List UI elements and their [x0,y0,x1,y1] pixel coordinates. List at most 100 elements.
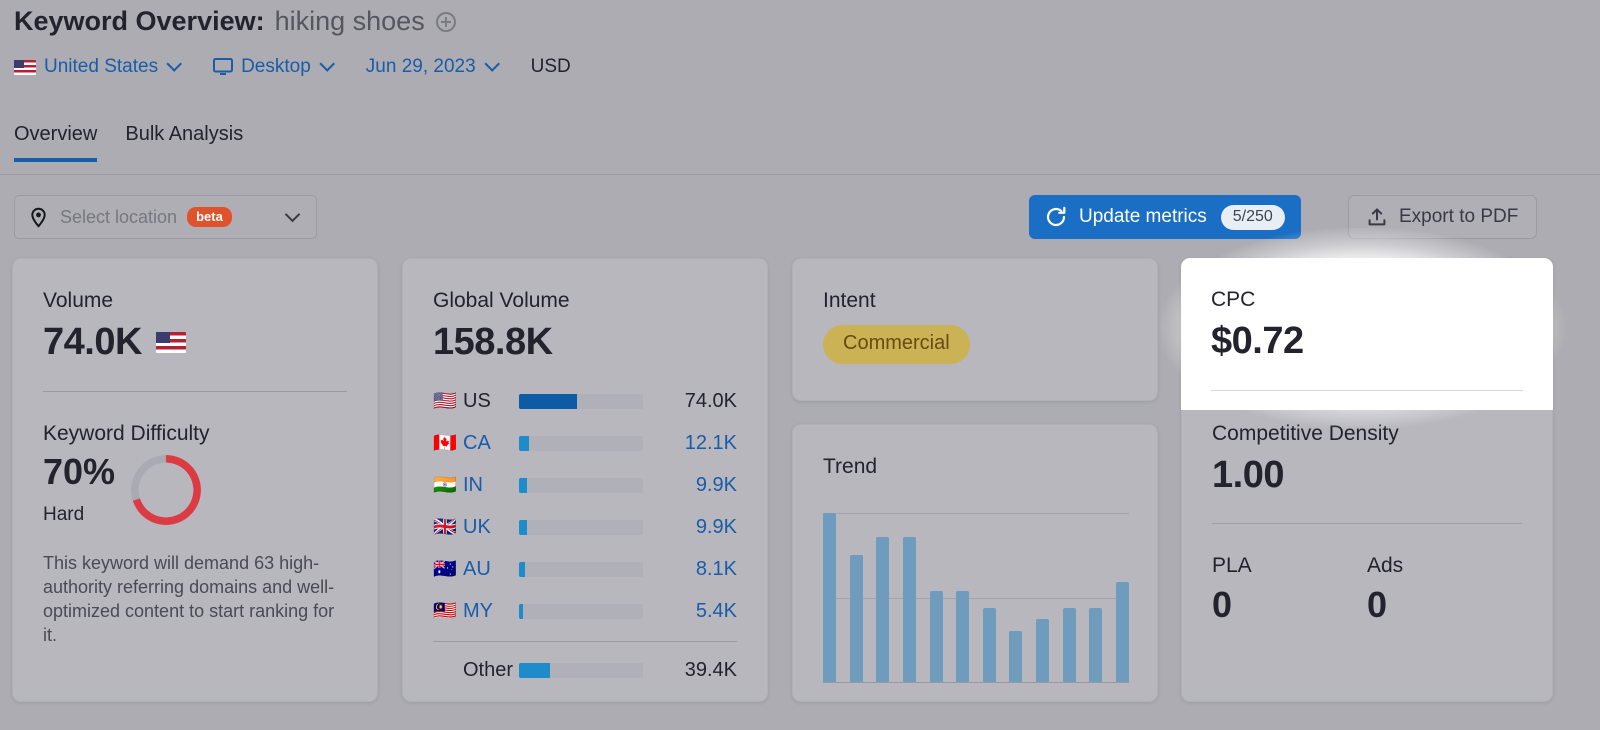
update-metrics-label: Update metrics [1079,206,1207,228]
currency-value: USD [531,56,571,78]
divider [433,641,737,642]
country-code[interactable]: IN [463,474,519,497]
global-volume-row[interactable]: Other39.4K [433,650,737,692]
us-flag-icon [14,60,36,75]
page-title-keyword: hiking shoes [275,6,425,37]
date-filter[interactable]: Jun 29, 2023 [366,56,497,78]
country-flag-icon: 🇺🇸 [433,392,463,411]
trend-bar[interactable] [823,513,836,682]
country-filter[interactable]: United States [14,56,179,78]
volume-value[interactable]: 9.9K [696,516,737,539]
export-pdf-button[interactable]: Export to PDF [1348,195,1537,239]
country-code[interactable]: CA [463,432,519,455]
global-volume-row[interactable]: 🇨🇦CA 12.1K [433,423,737,465]
competitive-density-label: Competitive Density [1212,422,1522,446]
trend-bar[interactable] [1063,608,1076,682]
chevron-down-icon [285,207,301,223]
trend-bar-chart [823,513,1129,683]
intent-card[interactable]: Intent Commercial [792,258,1158,401]
global-volume-row[interactable]: 🇬🇧UK9.9K [433,507,737,549]
trend-axis [823,682,1129,683]
location-select[interactable]: Select location beta [14,195,317,239]
volume-bar [519,394,643,409]
filter-bar: United States Desktop Jun 29, 2023 USD [14,56,571,78]
global-volume-row[interactable]: 🇲🇾MY 5.4K [433,591,737,633]
country-flag-icon: 🇲🇾 [433,602,463,621]
chevron-down-icon [167,56,183,72]
volume-value[interactable]: 5.4K [696,600,737,623]
tab-bulk-analysis[interactable]: Bulk Analysis [125,123,243,162]
page-title-prefix: Keyword Overview: [14,6,265,37]
volume-value[interactable]: 8.1K [696,558,737,581]
global-volume-row[interactable]: 🇦🇺AU8.1K [433,549,737,591]
keyword-difficulty-donut-chart [131,455,201,525]
competitive-density-value: 1.00 [1212,454,1522,498]
trend-bar[interactable] [903,537,916,682]
volume-value: 74.0K [685,390,737,413]
cpc-highlight-content: CPC $0.72 [1181,258,1553,410]
beta-badge: beta [187,207,232,227]
chevron-down-icon [484,56,500,72]
volume-card[interactable]: Volume 74.0K Keyword Difficulty 70% Hard… [12,258,378,702]
trend-bar[interactable] [930,591,943,682]
trend-bar[interactable] [876,537,889,682]
device-filter-label: Desktop [241,56,311,78]
device-filter[interactable]: Desktop [213,56,332,78]
intent-badge: Commercial [823,325,970,364]
divider [1211,390,1523,391]
volume-bar [519,663,643,678]
country-code[interactable]: MY [463,600,519,623]
update-metrics-button[interactable]: Update metrics 5/250 [1029,195,1301,239]
global-volume-value: 158.8K [433,321,737,365]
country-flag-icon: 🇮🇳 [433,476,463,495]
trend-bar[interactable] [1116,582,1129,682]
update-metrics-count: 5/250 [1221,205,1285,230]
country-code[interactable]: UK [463,516,519,539]
trend-bar[interactable] [1089,608,1102,682]
volume-value: 39.4K [685,659,737,682]
country-code[interactable]: AU [463,558,519,581]
trend-bar[interactable] [1036,619,1049,682]
keyword-difficulty-description: This keyword will demand 63 high-authori… [43,552,345,648]
global-volume-row[interactable]: 🇺🇸US74.0K [433,381,737,423]
trend-card[interactable]: Trend [792,424,1158,702]
cpc-label: CPC [1211,288,1523,312]
export-pdf-label: Export to PDF [1399,206,1518,228]
trend-bar[interactable] [850,555,863,682]
global-volume-row[interactable]: 🇮🇳IN 9.9K [433,465,737,507]
trend-bar[interactable] [983,608,996,682]
divider [1212,523,1522,524]
country-flag-icon: 🇨🇦 [433,434,463,453]
volume-bar [519,562,643,577]
pla-label: PLA [1212,554,1367,578]
global-volume-card[interactable]: Global Volume 158.8K 🇺🇸US74.0K🇨🇦CA12.1K🇮… [402,258,768,702]
trend-bar[interactable] [1009,631,1022,682]
pla-value: 0 [1212,584,1367,626]
volume-value[interactable]: 9.9K [696,474,737,497]
intent-label: Intent [823,289,1127,313]
upload-icon [1367,207,1387,227]
location-placeholder: Select location [60,207,177,228]
plus-circle-icon[interactable] [436,12,456,32]
volume-value[interactable]: 12.1K [685,432,737,455]
volume-bar [519,604,643,619]
trend-label: Trend [823,455,1127,479]
tab-bulk-analysis-label: Bulk Analysis [125,123,243,145]
cpc-value: $0.72 [1211,320,1523,364]
volume-value: 74.0K [43,321,142,365]
volume-bar [519,478,643,493]
tab-divider [0,174,1600,175]
trend-bar[interactable] [956,591,969,682]
refresh-icon [1045,206,1067,228]
pla-block: PLA 0 [1212,554,1367,626]
tab-bar: Overview Bulk Analysis [14,123,271,162]
ads-label: Ads [1367,554,1522,578]
volume-bar [519,436,643,451]
keyword-difficulty-value: 70% [43,454,127,490]
currency-label: USD [531,56,571,78]
country-filter-label: United States [44,56,158,78]
ads-value: 0 [1367,584,1522,626]
map-pin-icon [28,207,49,228]
tab-overview[interactable]: Overview [14,123,97,162]
chevron-down-icon [319,56,335,72]
